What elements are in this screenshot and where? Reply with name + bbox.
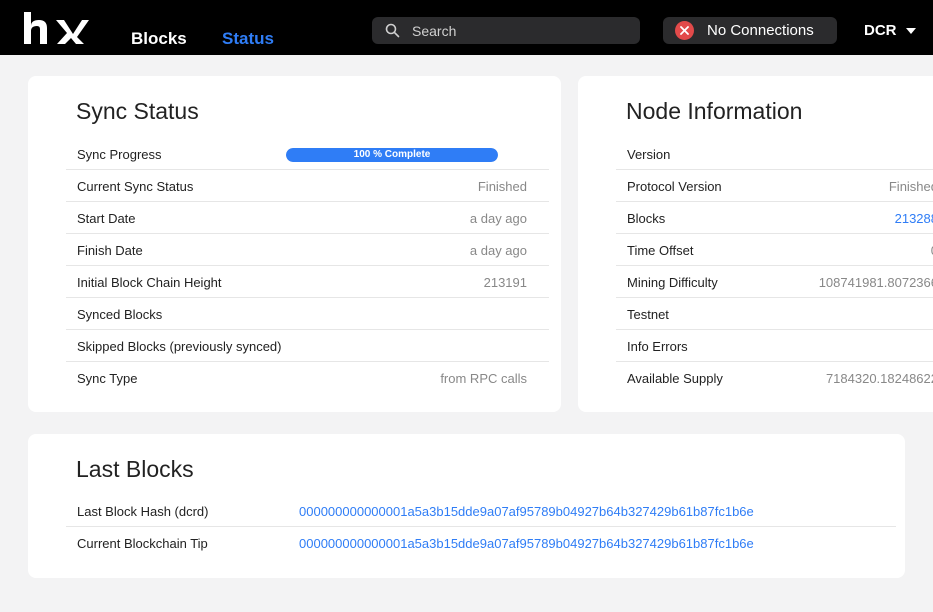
row-label: Initial Block Chain Height — [77, 275, 222, 290]
row-label: Blocks — [627, 211, 666, 226]
currency-selector[interactable]: DCR — [864, 22, 897, 39]
row-label: Sync Progress — [77, 147, 162, 162]
hx-logo[interactable] — [22, 9, 90, 47]
row-label: Sync Type — [77, 371, 138, 386]
sync-status-card: Sync Status Sync Progress 100 % Complete… — [28, 76, 561, 412]
table-row: Testnet — [616, 298, 933, 330]
row-label: Start Date — [77, 211, 136, 226]
search-input[interactable] — [412, 20, 632, 41]
table-row: Skipped Blocks (previously synced) — [66, 330, 549, 362]
table-row: Finish Date a day ago — [66, 234, 549, 266]
row-value: a day ago — [469, 243, 527, 258]
row-label: Synced Blocks — [77, 307, 163, 322]
table-row: Start Date a day ago — [66, 202, 549, 234]
row-value: 108741981.8072366 — [818, 275, 933, 290]
row-label: Skipped Blocks (previously synced) — [77, 339, 282, 354]
row-label: Time Offset — [627, 243, 694, 258]
blocks-count-link[interactable]: 213288 — [895, 211, 933, 226]
node-information-title: Node Information — [626, 98, 803, 124]
top-navbar: Blocks Status No Connections DCR — [0, 0, 933, 55]
row-value: Finished — [888, 179, 933, 194]
row-value: 7184320.18248622 — [825, 371, 933, 386]
row-label: Last Block Hash (dcrd) — [77, 504, 209, 519]
sync-progress-bar: 100 % Complete — [286, 148, 498, 162]
last-blocks-table: Last Block Hash (dcrd) 000000000000001a5… — [66, 495, 896, 559]
table-row: Last Block Hash (dcrd) 000000000000001a5… — [66, 495, 896, 527]
row-label: Current Blockchain Tip — [77, 536, 208, 551]
row-value: a day ago — [469, 211, 527, 226]
row-label: Protocol Version — [627, 179, 722, 194]
last-blocks-card: Last Blocks Last Block Hash (dcrd) 00000… — [28, 434, 905, 578]
table-row: Time Offset 0 — [616, 234, 933, 266]
disconnected-icon — [675, 21, 694, 40]
table-row: Available Supply 7184320.18248622 — [616, 362, 933, 394]
table-row: Mining Difficulty 108741981.8072366 — [616, 266, 933, 298]
table-row: Protocol Version Finished — [616, 170, 933, 202]
row-label: Current Sync Status — [77, 179, 194, 194]
table-row: Sync Type from RPC calls — [66, 362, 549, 394]
search-bar[interactable] — [372, 17, 640, 44]
connection-status-label: No Connections — [707, 22, 814, 39]
row-label: Finish Date — [77, 243, 143, 258]
row-label: Mining Difficulty — [627, 275, 718, 290]
sync-status-title: Sync Status — [76, 98, 199, 124]
progress-text: 100 % Complete — [353, 149, 431, 160]
table-row: Initial Block Chain Height 213191 — [66, 266, 549, 298]
table-row: Current Sync Status Finished — [66, 170, 549, 202]
node-information-table: Version Protocol Version Finished Blocks… — [616, 138, 933, 394]
last-blocks-title: Last Blocks — [76, 456, 194, 482]
blockchain-tip-hash-link[interactable]: 000000000000001a5a3b15dde9a07af95789b049… — [299, 536, 754, 551]
row-label: Version — [627, 147, 671, 162]
nav-blocks-link[interactable]: Blocks — [131, 29, 187, 49]
table-row: Blocks 213288 — [616, 202, 933, 234]
sync-status-table: Sync Progress 100 % Complete Current Syn… — [66, 138, 549, 394]
row-value: from RPC calls — [440, 371, 527, 386]
row-value: Finished — [477, 179, 527, 194]
row-label: Testnet — [627, 307, 669, 322]
caret-down-icon[interactable] — [906, 28, 916, 34]
nav-status-link[interactable]: Status — [222, 29, 274, 49]
row-value: 213191 — [483, 275, 527, 290]
node-information-card: Node Information Version Protocol Versio… — [578, 76, 933, 412]
row-label: Available Supply — [627, 371, 723, 386]
search-icon — [385, 23, 400, 38]
table-row: Version — [616, 138, 933, 170]
connection-status-button[interactable]: No Connections — [663, 17, 837, 44]
last-block-hash-link[interactable]: 000000000000001a5a3b15dde9a07af95789b049… — [299, 504, 754, 519]
table-row: Info Errors — [616, 330, 933, 362]
table-row: Synced Blocks — [66, 298, 549, 330]
row-label: Info Errors — [627, 339, 688, 354]
table-row: Sync Progress 100 % Complete — [66, 138, 549, 170]
table-row: Current Blockchain Tip 000000000000001a5… — [66, 527, 896, 559]
